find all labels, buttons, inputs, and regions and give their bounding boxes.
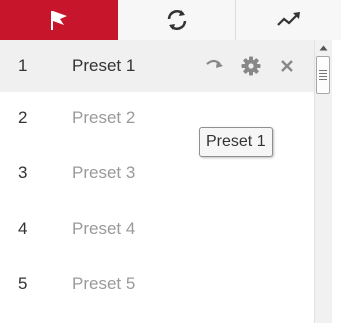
tab-patrol[interactable]: [118, 0, 236, 40]
tooltip: Preset 1: [199, 127, 273, 157]
scroll-up-arrow[interactable]: [315, 40, 332, 56]
tab-bar: [0, 0, 341, 40]
list-item[interactable]: 1 Preset 1: [0, 40, 314, 92]
list-item[interactable]: 5 Preset 5: [0, 258, 314, 310]
preset-number: 4: [18, 219, 28, 238]
trend-line-icon: [276, 12, 300, 26]
preset-number: 1: [18, 56, 28, 75]
preset-name: Preset 1: [72, 56, 136, 75]
close-icon[interactable]: [275, 54, 299, 78]
list-item[interactable]: 4 Preset 4: [0, 203, 314, 255]
preset-number: 3: [18, 163, 28, 182]
preset-name: Preset 4: [72, 219, 136, 238]
preset-list: 1 Preset 1 2 Preset 2 3 Preset 3 4 Prese…: [0, 40, 314, 323]
preset-number: 2: [18, 108, 28, 127]
gear-icon[interactable]: [239, 54, 263, 78]
tab-pattern[interactable]: [236, 0, 341, 40]
goto-icon[interactable]: [203, 54, 227, 78]
flag-icon: [51, 11, 67, 30]
refresh-cycle-icon: [167, 10, 186, 30]
ptz-preset-panel: 1 Preset 1 2 Preset 2 3 Preset 3 4 Prese…: [0, 0, 341, 323]
scroll-thumb[interactable]: [316, 56, 330, 94]
preset-name: Preset 5: [72, 274, 136, 293]
preset-number: 5: [18, 274, 28, 293]
vertical-scrollbar[interactable]: [314, 40, 332, 323]
caret-up-icon: [319, 45, 328, 51]
tab-preset[interactable]: [0, 0, 118, 40]
preset-name: Preset 2: [72, 108, 136, 127]
preset-name: Preset 3: [72, 163, 136, 182]
